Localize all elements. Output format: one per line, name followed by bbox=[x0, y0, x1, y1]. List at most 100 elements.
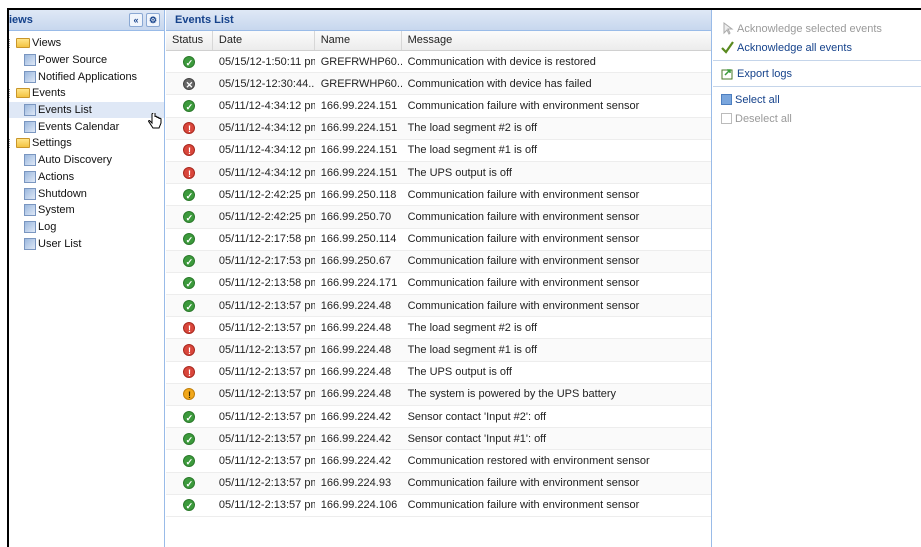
settings-icon[interactable]: ⚙ bbox=[146, 13, 160, 27]
status-cell: ✓ bbox=[166, 99, 213, 112]
table-row[interactable]: ! 05/11/12-2:13:57 pm 166.99.224.48 The sys… bbox=[166, 383, 711, 406]
tree-item-events-calendar[interactable]: Events Calendar bbox=[9, 118, 164, 135]
discovery-icon bbox=[24, 154, 36, 167]
status-ok-icon: ✓ bbox=[183, 454, 196, 467]
collapse-panel-button[interactable]: « bbox=[129, 13, 143, 27]
tree-item-notified-applications[interactable]: Notified Applications bbox=[9, 68, 164, 85]
status-ok-icon: ✓ bbox=[183, 255, 196, 268]
app-window: iews « ⚙ Views Power Source Notified Appli… bbox=[7, 8, 921, 547]
date-cell: 05/11/12-2:13:57 pm bbox=[218, 410, 315, 423]
date-cell: 05/11/12-2:17:58 pm bbox=[218, 233, 315, 246]
deselect-all-checkbox-icon bbox=[721, 113, 732, 124]
status-cell: ! bbox=[166, 366, 213, 379]
tree-item-views[interactable]: Views bbox=[9, 35, 164, 52]
status-cell: ! bbox=[166, 122, 213, 135]
deselect-all-button[interactable]: Deselect all bbox=[713, 109, 921, 128]
table-row[interactable]: ! 05/11/12-2:13:57 pm 166.99.224.48 The loa… bbox=[166, 317, 711, 340]
tree-item-log[interactable]: Log bbox=[9, 219, 164, 236]
acknowledge-selected-button[interactable]: Acknowledge selected events bbox=[713, 19, 921, 38]
date-cell: 05/11/12-2:13:57 pm bbox=[218, 344, 315, 357]
table-row[interactable]: ✓ 05/11/12-2:13:57 pm 166.99.224.42 Sensor … bbox=[166, 406, 711, 429]
status-error-icon: ! bbox=[183, 321, 196, 334]
table-row[interactable]: ✓ 05/11/12-2:17:58 pm 166.99.250.114 Commun… bbox=[166, 229, 711, 251]
name-cell: 166.99.224.151 bbox=[320, 99, 398, 112]
table-row[interactable]: ! 05/11/12-4:34:12 pm 166.99.224.151 The UP… bbox=[166, 161, 711, 185]
tree-item-label: Actions bbox=[38, 170, 75, 183]
name-cell: 166.99.250.70 bbox=[320, 210, 392, 223]
column-name[interactable]: Name bbox=[315, 31, 402, 50]
table-row[interactable]: ! 05/11/12-4:34:12 pm 166.99.224.151 The lo… bbox=[166, 140, 711, 162]
table-row[interactable]: ✓ 05/11/12-2:42:25 pm 166.99.250.118 Commun… bbox=[166, 184, 711, 207]
navigation-tree: Views Power Source Notified Applications Ev… bbox=[9, 31, 164, 252]
export-icon bbox=[721, 69, 733, 80]
message-cell: The load segment #2 is off bbox=[407, 122, 537, 135]
name-cell: 166.99.224.151 bbox=[320, 166, 398, 179]
status-ok-icon: ✓ bbox=[183, 477, 196, 490]
message-cell: Communication restored with environment … bbox=[407, 454, 650, 467]
tree-item-user-list[interactable]: User List bbox=[9, 235, 164, 252]
table-row[interactable]: ✓ 05/11/12-2:13:57 pm 166.99.224.93 Communi… bbox=[166, 472, 711, 495]
views-panel-header: iews « ⚙ bbox=[9, 10, 164, 31]
table-row[interactable]: ✓ 05/11/12-2:42:25 pm 166.99.250.70 Communi… bbox=[166, 206, 711, 229]
tree-item-actions[interactable]: Actions bbox=[9, 169, 164, 186]
status-cell: ! bbox=[166, 321, 213, 334]
message-cell: Communication failure with environment s… bbox=[407, 188, 640, 201]
status-error-icon: ! bbox=[183, 166, 196, 179]
message-cell: The load segment #1 is off bbox=[407, 344, 537, 357]
name-cell: 166.99.224.151 bbox=[320, 144, 398, 157]
name-cell: 166.99.224.48 bbox=[320, 366, 392, 379]
name-cell: 166.99.250.118 bbox=[320, 188, 397, 201]
tree-connector bbox=[9, 38, 15, 48]
tree-item-system[interactable]: System bbox=[9, 202, 164, 219]
table-row[interactable]: ! 05/11/12-2:13:57 pm 166.99.224.48 The loa… bbox=[166, 339, 711, 362]
divider bbox=[713, 86, 921, 87]
log-icon bbox=[24, 220, 36, 233]
tree-item-events[interactable]: Events bbox=[9, 85, 164, 102]
table-row[interactable]: ✓ 05/15/12-1:50:11 pm GREFRWHP60... Communi… bbox=[166, 51, 711, 74]
status-cell: ✕ bbox=[166, 77, 213, 90]
table-row[interactable]: ! 05/11/12-2:13:57 pm 166.99.224.48 The UPS… bbox=[166, 362, 711, 384]
date-cell: 05/11/12-4:34:12 pm bbox=[218, 166, 315, 179]
status-cell: ✓ bbox=[166, 55, 213, 68]
export-logs-button[interactable]: Export logs bbox=[713, 64, 921, 83]
column-message[interactable]: Message bbox=[402, 31, 711, 50]
table-row[interactable]: ✓ 05/11/12-2:17:53 pm 166.99.250.67 Communi… bbox=[166, 250, 711, 273]
events-list-header: Events List bbox=[166, 10, 711, 31]
column-date[interactable]: Date bbox=[213, 31, 315, 50]
column-status[interactable]: Status bbox=[166, 31, 213, 50]
tree-item-shutdown[interactable]: Shutdown bbox=[9, 185, 164, 202]
name-cell: 166.99.224.48 bbox=[320, 388, 392, 401]
name-cell: 166.99.224.48 bbox=[320, 344, 392, 357]
status-error-icon: ! bbox=[183, 366, 196, 379]
date-cell: 05/11/12-2:13:57 pm bbox=[218, 299, 315, 312]
status-cell: ✓ bbox=[166, 499, 213, 512]
tree-item-power-source[interactable]: Power Source bbox=[9, 52, 164, 69]
status-cell: ✓ bbox=[166, 432, 213, 445]
table-row[interactable]: ✓ 05/11/12-2:13:57 pm 166.99.224.48 Communi… bbox=[166, 295, 711, 318]
events-list-icon bbox=[24, 104, 36, 117]
tree-item-label: System bbox=[38, 204, 75, 217]
table-row[interactable]: ✓ 05/11/12-2:13:57 pm 166.99.224.42 Communi… bbox=[166, 450, 711, 473]
message-cell: Communication failure with environment s… bbox=[407, 255, 640, 268]
message-cell: Communication failure with environment s… bbox=[407, 99, 640, 112]
name-cell: 166.99.224.106 bbox=[320, 499, 398, 512]
tree-item-events-list[interactable]: Events List bbox=[9, 101, 164, 119]
table-row[interactable]: ! 05/11/12-4:34:12 pm 166.99.224.151 The lo… bbox=[166, 117, 711, 140]
table-row[interactable]: ✓ 05/11/12-4:34:12 pm 166.99.224.151 Commun… bbox=[166, 95, 711, 118]
message-cell: Sensor contact 'Input #2': off bbox=[407, 410, 547, 423]
status-ok-icon: ✓ bbox=[183, 432, 196, 445]
tree-item-auto-discovery[interactable]: Auto Discovery bbox=[9, 152, 164, 169]
tree-item-settings[interactable]: Settings bbox=[9, 135, 164, 152]
status-ok-icon: ✓ bbox=[183, 277, 196, 290]
date-cell: 05/11/12-2:13:57 pm bbox=[218, 477, 315, 490]
date-cell: 05/11/12-2:13:57 pm bbox=[218, 432, 315, 445]
acknowledge-all-button[interactable]: Acknowledge all events bbox=[713, 38, 921, 57]
select-all-button[interactable]: Select all bbox=[713, 90, 921, 109]
name-cell: 166.99.224.151 bbox=[320, 122, 398, 135]
status-cell: ! bbox=[166, 166, 213, 179]
table-row[interactable]: ✓ 05/11/12-2:13:57 pm 166.99.224.42 Sensor … bbox=[166, 428, 711, 451]
table-row[interactable]: ✓ 05/11/12-2:13:57 pm 166.99.224.106 Commun… bbox=[166, 495, 711, 517]
events-list-panel: Events List Status Date Name Message ✓ 05… bbox=[166, 10, 712, 547]
table-row[interactable]: ✓ 05/11/12-2:13:58 pm 166.99.224.171 Commun… bbox=[166, 273, 711, 296]
table-row[interactable]: ✕ 05/15/12-12:30:44... GREFRWHP60... Commun… bbox=[166, 73, 711, 96]
